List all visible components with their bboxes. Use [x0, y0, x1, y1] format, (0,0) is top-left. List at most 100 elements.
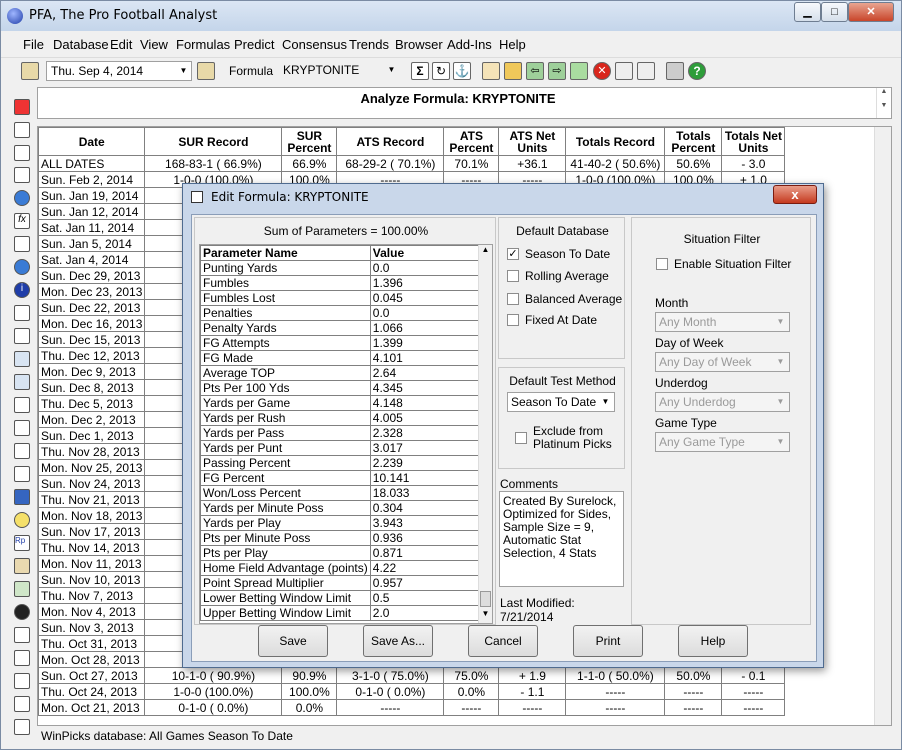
back-arrow-icon[interactable]: ⇦	[526, 62, 544, 80]
calendar-icon[interactable]	[21, 62, 39, 80]
user-edit-icon[interactable]	[14, 673, 30, 689]
column-header[interactable]: ATS Record	[336, 127, 445, 156]
parameter-value[interactable]: 0.871	[369, 545, 481, 561]
menu-file[interactable]: File	[23, 37, 44, 52]
chevron-down-icon[interactable]: ▼	[176, 62, 191, 80]
parameter-row[interactable]: Yards per Pass 2.328	[200, 425, 481, 441]
parameter-row[interactable]: Penalty Yards 1.066	[200, 320, 481, 336]
check-icon[interactable]	[14, 581, 30, 597]
grid-scrollbar[interactable]	[874, 127, 891, 725]
parameter-row[interactable]: Won/Loss Percent 18.033	[200, 485, 481, 501]
parameter-row[interactable]: Pts per Minute Poss 0.936	[200, 530, 481, 546]
parameter-row[interactable]: Fumbles 1.396	[200, 275, 481, 291]
column-header[interactable]: SUR Record	[144, 127, 283, 156]
ball-icon[interactable]	[14, 604, 30, 620]
parameter-row[interactable]: Upper Betting Window Limit 2.0	[200, 605, 481, 621]
menu-predict[interactable]: Predict	[234, 37, 274, 52]
document-icon[interactable]	[14, 167, 30, 183]
parameter-value[interactable]: 2.328	[369, 425, 481, 441]
chevron-down-icon[interactable]: ▼	[773, 354, 788, 370]
sum-icon[interactable]: Σ	[411, 62, 429, 80]
parameter-value[interactable]: 1.396	[369, 275, 481, 291]
window-icon[interactable]	[14, 420, 30, 436]
table-icon[interactable]	[14, 305, 30, 321]
parameter-value[interactable]: 0.0	[369, 305, 481, 321]
split-icon[interactable]	[14, 443, 30, 459]
wrench-icon[interactable]	[14, 650, 30, 666]
season-to-date-checkbox[interactable]: ✓	[507, 248, 519, 260]
lightbulb-icon[interactable]	[14, 512, 30, 528]
grid-select-icon[interactable]	[14, 351, 30, 367]
maximize-button[interactable]: □	[821, 2, 848, 22]
parameter-value[interactable]: 4.005	[369, 410, 481, 426]
parameter-value[interactable]: 4.148	[369, 395, 481, 411]
clipboard-icon[interactable]	[14, 696, 30, 712]
parameter-row[interactable]: Average TOP 2.64	[200, 365, 481, 381]
dialog-close-button[interactable]: x	[773, 185, 817, 204]
table-alt-icon[interactable]	[14, 328, 30, 344]
menu-view[interactable]: View	[140, 37, 168, 52]
home-icon[interactable]	[482, 62, 500, 80]
printer-icon[interactable]	[666, 62, 684, 80]
parameter-value[interactable]: 4.101	[369, 350, 481, 366]
parameter-row[interactable]: Yards per Play 3.943	[200, 515, 481, 531]
day-of-week-select[interactable]: Any Day of Week ▼	[655, 352, 790, 372]
table-row[interactable]: Thu. Oct 24, 2013 1-0-0 (100.0%) 100.0% 0-1…	[38, 683, 786, 700]
parameter-value[interactable]: 0.957	[369, 575, 481, 591]
parameter-row[interactable]: Yards per Minute Poss 0.304	[200, 500, 481, 516]
open-folder-icon[interactable]	[504, 62, 522, 80]
rolling-average-checkbox[interactable]	[507, 270, 519, 282]
parameter-row[interactable]: Yards per Game 4.148	[200, 395, 481, 411]
scroll-up-icon[interactable]: ▲	[479, 245, 492, 259]
parameter-value[interactable]: 2.239	[369, 455, 481, 471]
parameter-value[interactable]: 0.304	[369, 500, 481, 516]
parameter-scrollbar[interactable]: ▲ ▼	[478, 245, 492, 623]
parameter-row[interactable]: Point Spread Multiplier 0.957	[200, 575, 481, 591]
chevron-down-icon[interactable]: ▼	[773, 434, 788, 450]
grid-icon[interactable]	[637, 62, 655, 80]
test-method-select[interactable]: Season To Date ▼	[507, 392, 615, 412]
globe-icon[interactable]	[14, 190, 30, 206]
rp-icon[interactable]: Rp	[14, 535, 30, 551]
parameter-row[interactable]: FG Made 4.101	[200, 350, 481, 366]
help-icon[interactable]: ?	[688, 62, 706, 80]
parameter-value[interactable]: 18.033	[369, 485, 481, 501]
exclude-platinum-checkbox[interactable]	[515, 432, 527, 444]
parameter-row[interactable]: Penalties 0.0	[200, 305, 481, 321]
parameter-value[interactable]: 0.5	[369, 590, 481, 606]
music-note-icon[interactable]	[14, 236, 30, 252]
header-scrollbar[interactable]: ▲ ▼	[876, 88, 891, 118]
menu-database[interactable]: Database	[53, 37, 109, 52]
formula-combo[interactable]: KRYPTONITE ▼	[279, 61, 399, 81]
scroll-thumb[interactable]	[480, 591, 491, 607]
refresh-icon[interactable]: ↻	[432, 62, 450, 80]
parameter-value[interactable]: 2.0	[369, 605, 481, 621]
list-alt-icon[interactable]	[14, 145, 30, 161]
enable-situation-checkbox[interactable]	[656, 258, 668, 270]
function-icon[interactable]: fx	[14, 213, 30, 229]
help-button[interactable]: Help	[678, 625, 748, 657]
game-type-select[interactable]: Any Game Type ▼	[655, 432, 790, 452]
forward-arrow-icon[interactable]: ⇨	[548, 62, 566, 80]
parameter-row[interactable]: Lower Betting Window Limit 0.5	[200, 590, 481, 606]
column-header[interactable]: ATS Net Units	[498, 127, 567, 156]
magnifier-icon[interactable]	[14, 719, 30, 735]
list-icon[interactable]	[14, 122, 30, 138]
column-header[interactable]: Date	[38, 127, 146, 156]
date-combo[interactable]: Thu. Sep 4, 2014 ▼	[46, 61, 192, 81]
column-header[interactable]: ATS Percent	[443, 127, 500, 156]
parameter-row[interactable]: FG Percent 10.141	[200, 470, 481, 486]
column-header[interactable]: Totals Percent	[664, 127, 723, 156]
table-row[interactable]: Sun. Oct 27, 2013 10-1-0 ( 90.9%) 90.9% 3-1…	[38, 667, 786, 684]
user-icon[interactable]	[615, 62, 633, 80]
parameter-value[interactable]: 1.066	[369, 320, 481, 336]
menu-formulas[interactable]: Formulas	[176, 37, 230, 52]
menu-consensus[interactable]: Consensus	[282, 37, 347, 52]
grid-color-icon[interactable]	[14, 374, 30, 390]
table-row[interactable]: Mon. Oct 21, 2013 0-1-0 ( 0.0%) 0.0% ----- -…	[38, 699, 786, 716]
settings-icon[interactable]	[14, 397, 30, 413]
note-icon[interactable]	[14, 558, 30, 574]
chevron-down-icon[interactable]: ▼	[598, 394, 613, 410]
menu-add-ins[interactable]: Add-Ins	[447, 37, 492, 52]
parameter-row[interactable]: Fumbles Lost 0.045	[200, 290, 481, 306]
